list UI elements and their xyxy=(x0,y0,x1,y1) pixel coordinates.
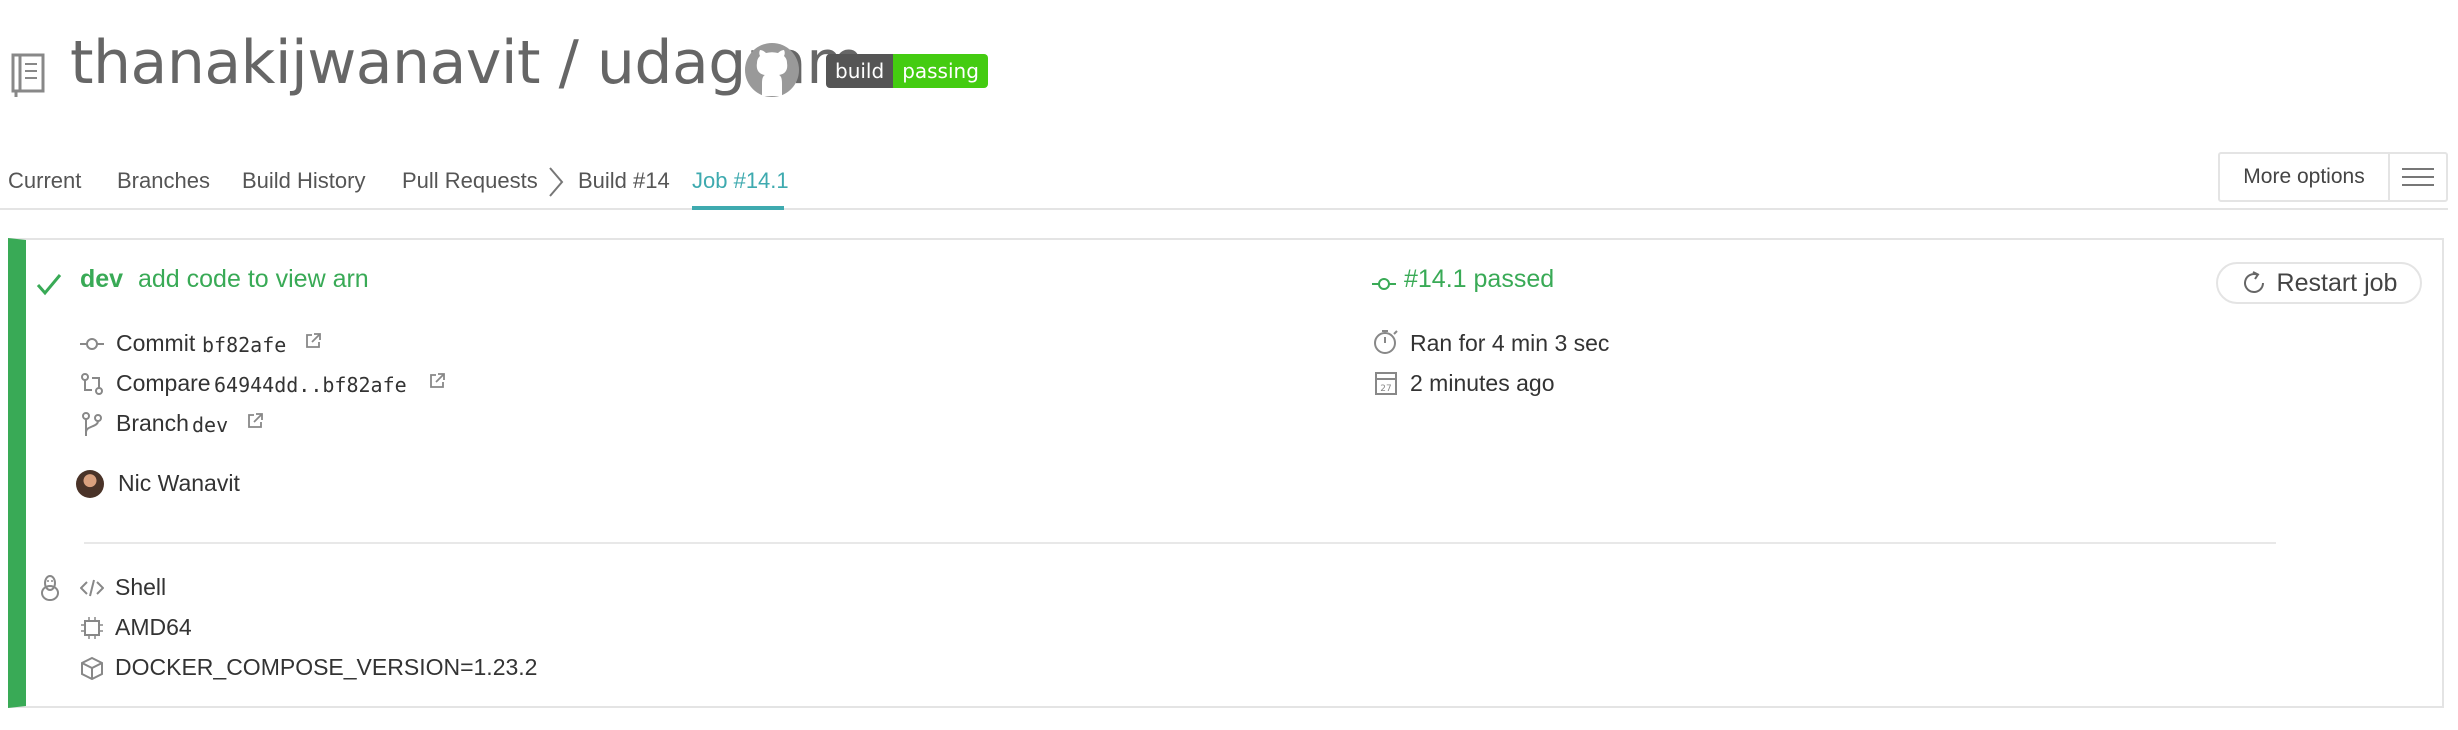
tab-current[interactable]: Current xyxy=(8,168,81,194)
branch-label: Branch xyxy=(116,410,189,436)
linux-icon xyxy=(41,575,59,601)
repo-icon xyxy=(11,53,45,97)
env-var-value: DOCKER_COMPOSE_VERSION=1.23.2 xyxy=(115,654,538,680)
divider xyxy=(84,542,2276,544)
branch-icon xyxy=(82,412,102,436)
avatar xyxy=(76,470,104,498)
job-status: #14.1 passed xyxy=(1404,265,1555,293)
breadcrumb-arrow-icon xyxy=(549,167,564,197)
tab-pull-requests[interactable]: Pull Requests xyxy=(402,168,538,194)
language-value: Shell xyxy=(115,574,167,600)
badge-label: build xyxy=(826,54,894,88)
calendar-icon: 27 xyxy=(1375,372,1397,395)
job-branch[interactable]: dev xyxy=(80,265,123,294)
github-icon[interactable] xyxy=(744,42,800,98)
svg-text:27: 27 xyxy=(1380,384,1391,394)
job-panel xyxy=(8,238,2444,708)
hamburger-icon xyxy=(2390,166,2446,188)
more-options-button[interactable]: More options xyxy=(2218,152,2448,202)
tab-job[interactable]: Job #14.1 xyxy=(692,168,789,194)
active-tab-indicator xyxy=(692,206,784,210)
compare-range-link[interactable]: 64944dd..bf82afe xyxy=(214,373,407,397)
check-icon xyxy=(36,274,62,296)
external-link-icon[interactable] xyxy=(246,412,264,430)
tab-bar: Current Branches Build History Pull Requ… xyxy=(0,150,2448,210)
job-duration: Ran for 4 min 3 sec xyxy=(1410,330,1610,356)
code-icon xyxy=(80,579,104,597)
commit-message[interactable]: add code to view arn xyxy=(138,265,369,294)
build-status-badge[interactable]: build passing xyxy=(826,54,988,88)
tab-build-history[interactable]: Build History xyxy=(242,168,365,194)
restart-label: Restart job xyxy=(2276,268,2398,297)
badge-status: passing xyxy=(893,54,988,88)
external-link-icon[interactable] xyxy=(304,332,322,350)
stopwatch-icon xyxy=(1374,330,1398,354)
author-name: Nic Wanavit xyxy=(118,470,240,496)
branch-name-link[interactable]: dev xyxy=(192,413,228,437)
commit-icon xyxy=(1372,278,1396,290)
tab-branches[interactable]: Branches xyxy=(117,168,210,194)
restart-icon xyxy=(2243,271,2264,293)
compare-label: Compare xyxy=(116,370,211,396)
tab-build[interactable]: Build #14 xyxy=(578,168,670,194)
commit-icon xyxy=(80,338,104,350)
external-link-icon[interactable] xyxy=(428,372,446,390)
compare-icon xyxy=(81,373,103,395)
arch-value: AMD64 xyxy=(115,614,192,640)
cpu-icon xyxy=(81,617,103,639)
restart-job-button[interactable]: Restart job xyxy=(2216,262,2422,304)
commit-label: Commit xyxy=(116,330,196,356)
package-icon xyxy=(81,656,103,680)
more-options-label: More options xyxy=(2220,154,2390,200)
commit-sha-link[interactable]: bf82afe xyxy=(202,333,286,357)
job-finished-time: 2 minutes ago xyxy=(1410,370,1555,396)
